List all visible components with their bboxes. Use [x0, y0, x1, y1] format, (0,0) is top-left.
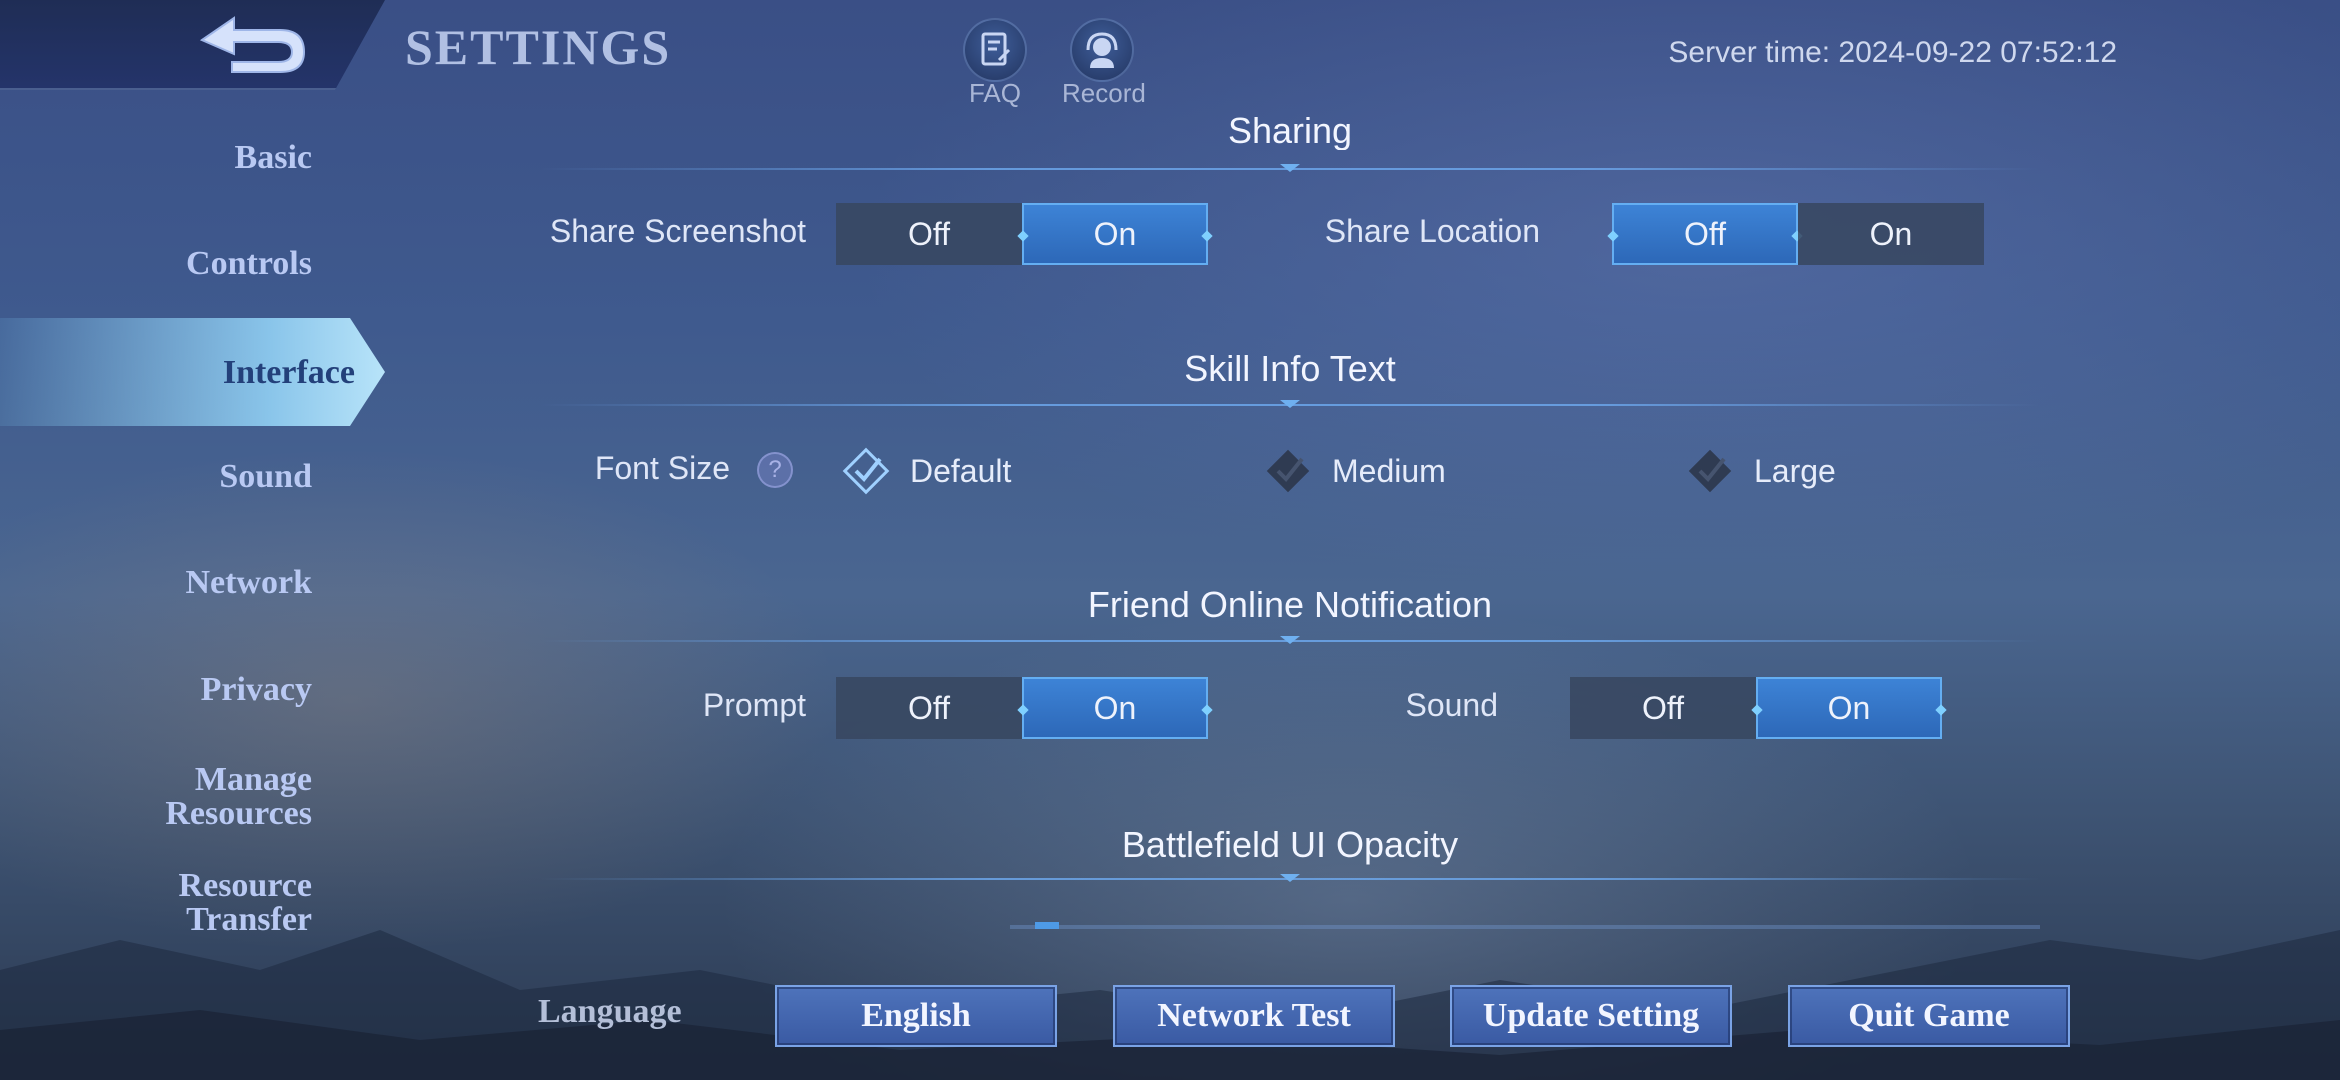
share-screenshot-off[interactable]: Off	[836, 203, 1022, 265]
section-title-friend-notification: Friend Online Notification	[1087, 584, 1493, 625]
unchecked-diamond-icon	[1688, 449, 1732, 493]
sound-off[interactable]: Off	[1570, 677, 1756, 739]
language-label: Language	[538, 993, 682, 1030]
section-title-battlefield-ui: Battlefield UI Opacity	[1121, 824, 1459, 865]
sidebar-item-sound[interactable]: Sound	[12, 460, 312, 494]
section-divider	[540, 640, 2040, 642]
sound-label: Sound	[1405, 687, 1498, 723]
font-size-large[interactable]: Large	[1684, 445, 1836, 497]
prompt-label: Prompt	[702, 687, 806, 723]
server-time: Server time: 2024-09-22 07:52:12	[1668, 36, 2117, 69]
quit-game-button[interactable]: Quit Game	[1788, 985, 2070, 1047]
section-title-skill-info: Skill Info Text	[1184, 348, 1396, 389]
section-title-sharing: Sharing	[1227, 110, 1353, 150]
sidebar-item-manage-resources[interactable]: Manage Resources	[92, 763, 312, 831]
share-location-toggle: Off On	[1612, 203, 1984, 265]
sidebar-item-label-line: Resource	[178, 867, 312, 904]
section-divider	[540, 878, 2040, 880]
sidebar-item-interface[interactable]: Interface	[0, 318, 385, 426]
sidebar-item-privacy[interactable]: Privacy	[12, 673, 312, 707]
sidebar-item-resource-transfer[interactable]: Resource Transfer	[92, 869, 312, 937]
share-screenshot-toggle: Off On	[836, 203, 1208, 265]
sound-toggle: Off On	[1570, 677, 1942, 739]
sidebar-item-label: Interface	[222, 354, 355, 391]
sidebar-item-basic[interactable]: Basic	[12, 141, 312, 175]
sound-on[interactable]: On	[1756, 677, 1942, 739]
share-location-off[interactable]: Off	[1612, 203, 1798, 265]
section-divider	[540, 404, 2040, 406]
section-divider	[540, 168, 2040, 170]
checked-diamond-icon	[842, 447, 890, 495]
sidebar-item-label-line: Resources	[165, 795, 312, 832]
font-size-option-label: Medium	[1332, 452, 1446, 489]
headset-icon	[1086, 32, 1118, 68]
sidebar-item-controls[interactable]: Controls	[12, 247, 312, 281]
opacity-slider-handle[interactable]	[1035, 922, 1060, 929]
share-screenshot-on[interactable]: On	[1022, 203, 1208, 265]
back-arrow-icon	[199, 16, 306, 73]
sidebar-item-label-line: Manage	[194, 761, 312, 798]
font-size-label: Font Size	[594, 450, 730, 486]
sidebar-item-label-line: Transfer	[186, 901, 312, 938]
share-screenshot-label: Share Screenshot	[549, 213, 806, 249]
font-size-option-label: Default	[910, 452, 1012, 489]
page-title: SETTINGS	[405, 19, 672, 75]
prompt-toggle: Off On	[836, 677, 1208, 739]
share-location-on[interactable]: On	[1798, 203, 1984, 265]
network-test-button[interactable]: Network Test	[1113, 985, 1395, 1047]
share-location-label: Share Location	[1324, 213, 1540, 249]
font-size-medium[interactable]: Medium	[1262, 445, 1446, 497]
faq-document-icon	[981, 32, 1011, 66]
back-button[interactable]	[192, 12, 312, 78]
sidebar-item-network[interactable]: Network	[12, 566, 312, 600]
update-setting-button[interactable]: Update Setting	[1450, 985, 1732, 1047]
font-size-option-label: Large	[1754, 452, 1836, 489]
opacity-slider[interactable]	[1010, 925, 2040, 929]
sharing-header-clip: Sharing	[540, 90, 2040, 150]
unchecked-diamond-icon	[1266, 449, 1310, 493]
help-icon[interactable]: ?	[757, 452, 793, 488]
prompt-on[interactable]: On	[1022, 677, 1208, 739]
font-size-default[interactable]: Default	[840, 445, 1011, 497]
prompt-off[interactable]: Off	[836, 677, 1022, 739]
language-button[interactable]: English	[775, 985, 1057, 1047]
